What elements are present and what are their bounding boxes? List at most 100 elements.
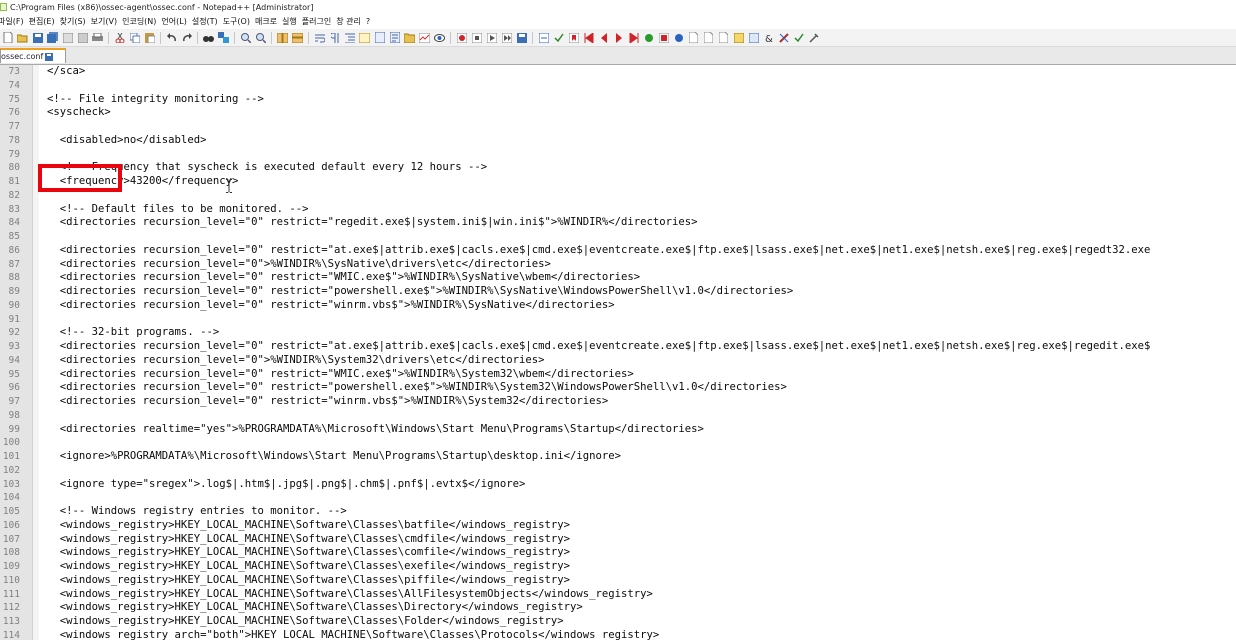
save-state-icon[interactable] bbox=[45, 52, 54, 61]
folder-workspace-icon[interactable] bbox=[404, 32, 415, 43]
menu-run[interactable]: 실행 bbox=[282, 16, 302, 27]
close-file-icon[interactable] bbox=[62, 32, 73, 43]
code-line[interactable]: 87 <directories recursion_level="0">%WIN… bbox=[0, 258, 1236, 272]
code-line[interactable]: 91 bbox=[0, 313, 1236, 327]
code-area[interactable]: 73 </sca> 74 75 <!-- File integrity monitori… bbox=[0, 65, 1236, 640]
line-text[interactable]: <directories recursion_level="0" restric… bbox=[47, 299, 615, 313]
line-text[interactable]: <directories recursion_level="0" restric… bbox=[47, 381, 787, 395]
line-text[interactable]: <windows_registry>HKEY_LOCAL_MACHINE\Sof… bbox=[47, 533, 570, 547]
plugin-check-icon[interactable] bbox=[553, 32, 564, 43]
line-text[interactable]: <windows_registry>HKEY_LOCAL_MACHINE\Sof… bbox=[47, 574, 570, 588]
line-text[interactable]: <directories recursion_level="0" restric… bbox=[47, 271, 640, 285]
save-all-icon[interactable] bbox=[47, 32, 58, 43]
new-file-icon[interactable] bbox=[2, 32, 13, 43]
code-line[interactable]: 99 <directories realtime="yes">%PROGRAMD… bbox=[0, 423, 1236, 437]
line-text[interactable]: <windows_registry>HKEY_LOCAL_MACHINE\Sof… bbox=[47, 615, 564, 629]
line-text[interactable]: <directories recursion_level="0">%WINDIR… bbox=[47, 258, 551, 272]
line-text[interactable]: <ignore type="sregex">.log$|.htm$|.jpg$|… bbox=[47, 478, 526, 492]
plugin-tools-icon[interactable] bbox=[808, 32, 819, 43]
code-line[interactable]: 93 <directories recursion_level="0" rest… bbox=[0, 340, 1236, 354]
line-text[interactable]: <windows_registry>HKEY_LOCAL_MACHINE\Sof… bbox=[47, 546, 570, 560]
monitoring-icon[interactable] bbox=[419, 32, 430, 43]
define-language-icon[interactable] bbox=[359, 32, 370, 43]
plugin-page2-icon[interactable] bbox=[703, 32, 714, 43]
menu-help[interactable]: ? bbox=[366, 17, 375, 26]
code-line[interactable]: 81 <frequency>43200</frequency> bbox=[0, 175, 1236, 189]
line-text[interactable]: <directories recursion_level="0" restric… bbox=[47, 340, 1151, 354]
code-line[interactable]: 80 <!-- Frequency that syscheck is execu… bbox=[0, 161, 1236, 175]
code-line[interactable]: 98 bbox=[0, 409, 1236, 423]
code-line[interactable]: 101 <ignore>%PROGRAMDATA%\Microsoft\Wind… bbox=[0, 450, 1236, 464]
code-line[interactable]: 78 <disabled>no</disabled> bbox=[0, 134, 1236, 148]
plugin-prev-icon[interactable] bbox=[598, 32, 609, 43]
menu-edit[interactable]: 편집(E) bbox=[29, 16, 60, 27]
line-text[interactable]: <windows_registry>HKEY_LOCAL_MACHINE\Sof… bbox=[47, 519, 570, 533]
cut-icon[interactable] bbox=[114, 32, 125, 43]
menu-search[interactable]: 찾기(S) bbox=[60, 16, 91, 27]
code-line[interactable]: 97 <directories recursion_level="0" rest… bbox=[0, 395, 1236, 409]
code-line[interactable]: 111 <windows_registry>HKEY_LOCAL_MACHINE… bbox=[0, 588, 1236, 602]
code-line[interactable]: 88 <directories recursion_level="0" rest… bbox=[0, 271, 1236, 285]
code-line[interactable]: 75 <!-- File integrity monitoring --> bbox=[0, 93, 1236, 107]
plugin-green-icon[interactable] bbox=[643, 32, 654, 43]
save-icon[interactable] bbox=[32, 32, 43, 43]
line-text[interactable]: <windows_registry>HKEY_LOCAL_MACHINE\Sof… bbox=[47, 560, 570, 574]
tab-ossec-conf[interactable]: ossec.conf bbox=[0, 48, 66, 63]
code-line[interactable]: 108 <windows_registry>HKEY_LOCAL_MACHINE… bbox=[0, 546, 1236, 560]
line-text[interactable]: <ignore>%PROGRAMDATA%\Microsoft\Windows\… bbox=[47, 450, 621, 464]
plugin-tag-icon[interactable] bbox=[778, 32, 789, 43]
plugin-link-icon[interactable] bbox=[748, 32, 759, 43]
eye-icon[interactable] bbox=[434, 32, 445, 43]
line-text[interactable]: <windows_registry>HKEY_LOCAL_MACHINE\Sof… bbox=[47, 601, 583, 615]
menu-file[interactable]: 파일(F) bbox=[0, 16, 29, 27]
code-line[interactable]: 85 bbox=[0, 230, 1236, 244]
plugin-note-icon[interactable] bbox=[733, 32, 744, 43]
editor[interactable]: 73 </sca> 74 75 <!-- File integrity monitori… bbox=[0, 65, 1236, 640]
line-text[interactable]: <!-- File integrity monitoring --> bbox=[47, 93, 264, 107]
function-list-icon[interactable] bbox=[389, 32, 400, 43]
sync-vertical-icon[interactable] bbox=[277, 32, 288, 43]
line-text[interactable]: <disabled>no</disabled> bbox=[47, 134, 207, 148]
menu-macro[interactable]: 매크로 bbox=[255, 16, 282, 27]
code-line[interactable]: 114 <windows_registry arch="both">HKEY_L… bbox=[0, 629, 1236, 640]
plugin-diff-icon[interactable] bbox=[658, 32, 669, 43]
line-text[interactable]: <directories realtime="yes">%PROGRAMDATA… bbox=[47, 423, 704, 437]
code-line[interactable]: 76 <syscheck> bbox=[0, 106, 1236, 120]
zoom-out-icon[interactable] bbox=[255, 32, 266, 43]
line-text[interactable]: <directories recursion_level="0" restric… bbox=[47, 368, 634, 382]
code-line[interactable]: 73 </sca> bbox=[0, 65, 1236, 79]
code-line[interactable]: 104 bbox=[0, 491, 1236, 505]
copy-icon[interactable] bbox=[129, 32, 140, 43]
menu-window[interactable]: 창 관리 bbox=[336, 16, 366, 27]
line-text[interactable]: <!-- Default files to be monitored. --> bbox=[47, 203, 309, 217]
line-text[interactable]: <!-- Windows registry entries to monitor… bbox=[47, 505, 347, 519]
plugin-page-icon[interactable] bbox=[688, 32, 699, 43]
paste-icon[interactable] bbox=[144, 32, 155, 43]
plugin-page3-icon[interactable] bbox=[718, 32, 729, 43]
sync-horizontal-icon[interactable] bbox=[292, 32, 303, 43]
zoom-in-icon[interactable] bbox=[240, 32, 251, 43]
code-line[interactable]: 110 <windows_registry>HKEY_LOCAL_MACHINE… bbox=[0, 574, 1236, 588]
code-line[interactable]: 84 <directories recursion_level="0" rest… bbox=[0, 216, 1236, 230]
replace-icon[interactable] bbox=[218, 32, 229, 43]
undo-icon[interactable] bbox=[166, 32, 177, 43]
menu-plugins[interactable]: 플러그인 bbox=[302, 16, 336, 27]
code-line[interactable]: 77 bbox=[0, 120, 1236, 134]
code-line[interactable]: 92 <!-- 32-bit programs. --> bbox=[0, 326, 1236, 340]
plugin-bookmark-icon[interactable] bbox=[568, 32, 579, 43]
code-line[interactable]: 89 <directories recursion_level="0" rest… bbox=[0, 285, 1236, 299]
code-line[interactable]: 90 <directories recursion_level="0" rest… bbox=[0, 299, 1236, 313]
code-line[interactable]: 105 <!-- Windows registry entries to mon… bbox=[0, 505, 1236, 519]
line-text[interactable]: <directories recursion_level="0" restric… bbox=[47, 216, 698, 230]
code-line[interactable]: 100 bbox=[0, 436, 1236, 450]
line-text[interactable]: <windows_registry arch="both">HKEY_LOCAL… bbox=[47, 629, 660, 640]
menu-language[interactable]: 언어(L) bbox=[161, 16, 191, 27]
line-text[interactable]: <directories recursion_level="0" restric… bbox=[47, 244, 1151, 258]
menu-view[interactable]: 보기(V) bbox=[91, 16, 122, 27]
code-line[interactable]: 94 <directories recursion_level="0">%WIN… bbox=[0, 354, 1236, 368]
menu-encoding[interactable]: 인코딩(N) bbox=[122, 16, 161, 27]
plugin-ampersand-icon[interactable]: & bbox=[763, 32, 774, 43]
menu-tools[interactable]: 도구(O) bbox=[223, 16, 255, 27]
plugin-last-icon[interactable] bbox=[628, 32, 639, 43]
menu-settings[interactable]: 설정(T) bbox=[192, 16, 223, 27]
